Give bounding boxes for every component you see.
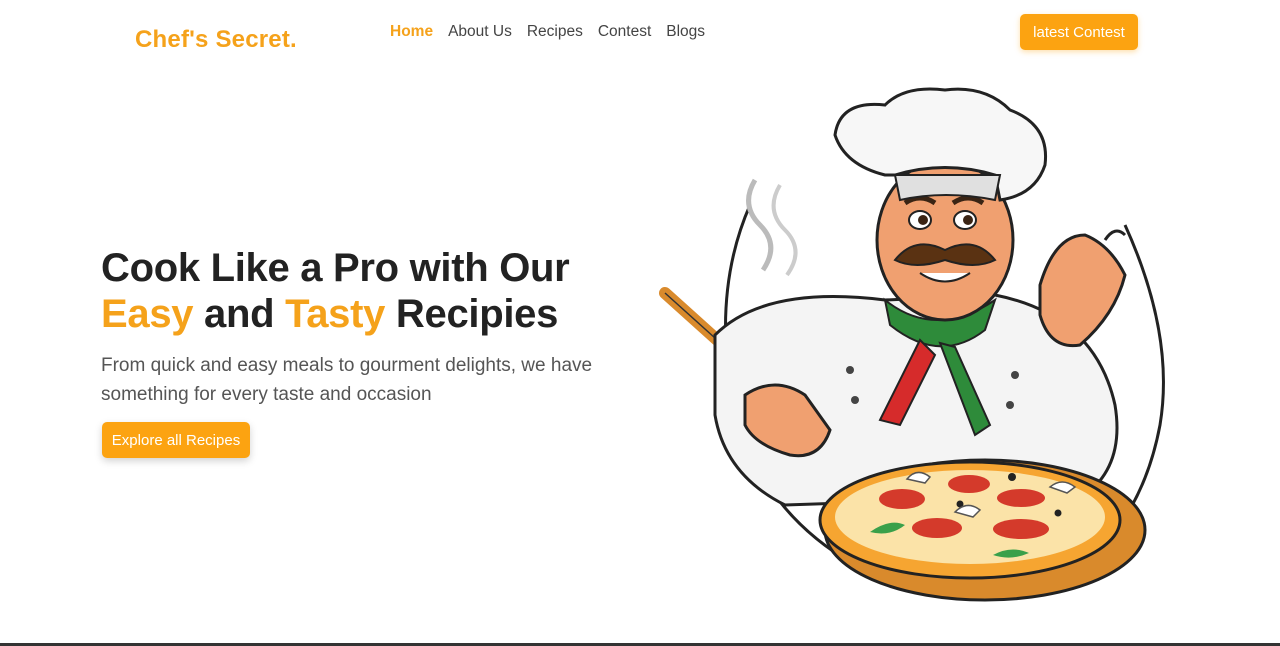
navbar: Chef's Secret. Home About Us Recipes Con… [0, 0, 1280, 64]
hero-title-highlight-tasty: Tasty [285, 292, 386, 336]
brand-logo[interactable]: Chef's Secret. [135, 26, 297, 54]
hero-title: Cook Like a Pro with Our Easy and Tasty … [101, 245, 661, 337]
hero-subtitle: From quick and easy meals to gourment de… [101, 355, 593, 405]
chef-illustration-svg [659, 87, 1165, 602]
chef-with-pizza-illustration [655, 85, 1175, 615]
explore-recipes-button[interactable]: Explore all Recipes [102, 422, 250, 458]
nav-item-blogs[interactable]: Blogs [666, 23, 705, 41]
nav-links: Home About Us Recipes Contest Blogs [390, 23, 720, 41]
nav-item-home[interactable]: Home [390, 23, 433, 41]
hero-title-line1: Cook Like a Pro with Our [101, 246, 570, 290]
nav-item-about-us[interactable]: About Us [448, 23, 512, 41]
hero-title-end: Recipies [385, 292, 559, 336]
nav-item-recipes[interactable]: Recipes [527, 23, 583, 41]
hero-title-and: and [193, 292, 286, 336]
latest-contest-button[interactable]: latest Contest [1020, 14, 1138, 50]
hero-title-highlight-easy: Easy [101, 292, 194, 336]
nav-item-contest[interactable]: Contest [598, 23, 651, 41]
